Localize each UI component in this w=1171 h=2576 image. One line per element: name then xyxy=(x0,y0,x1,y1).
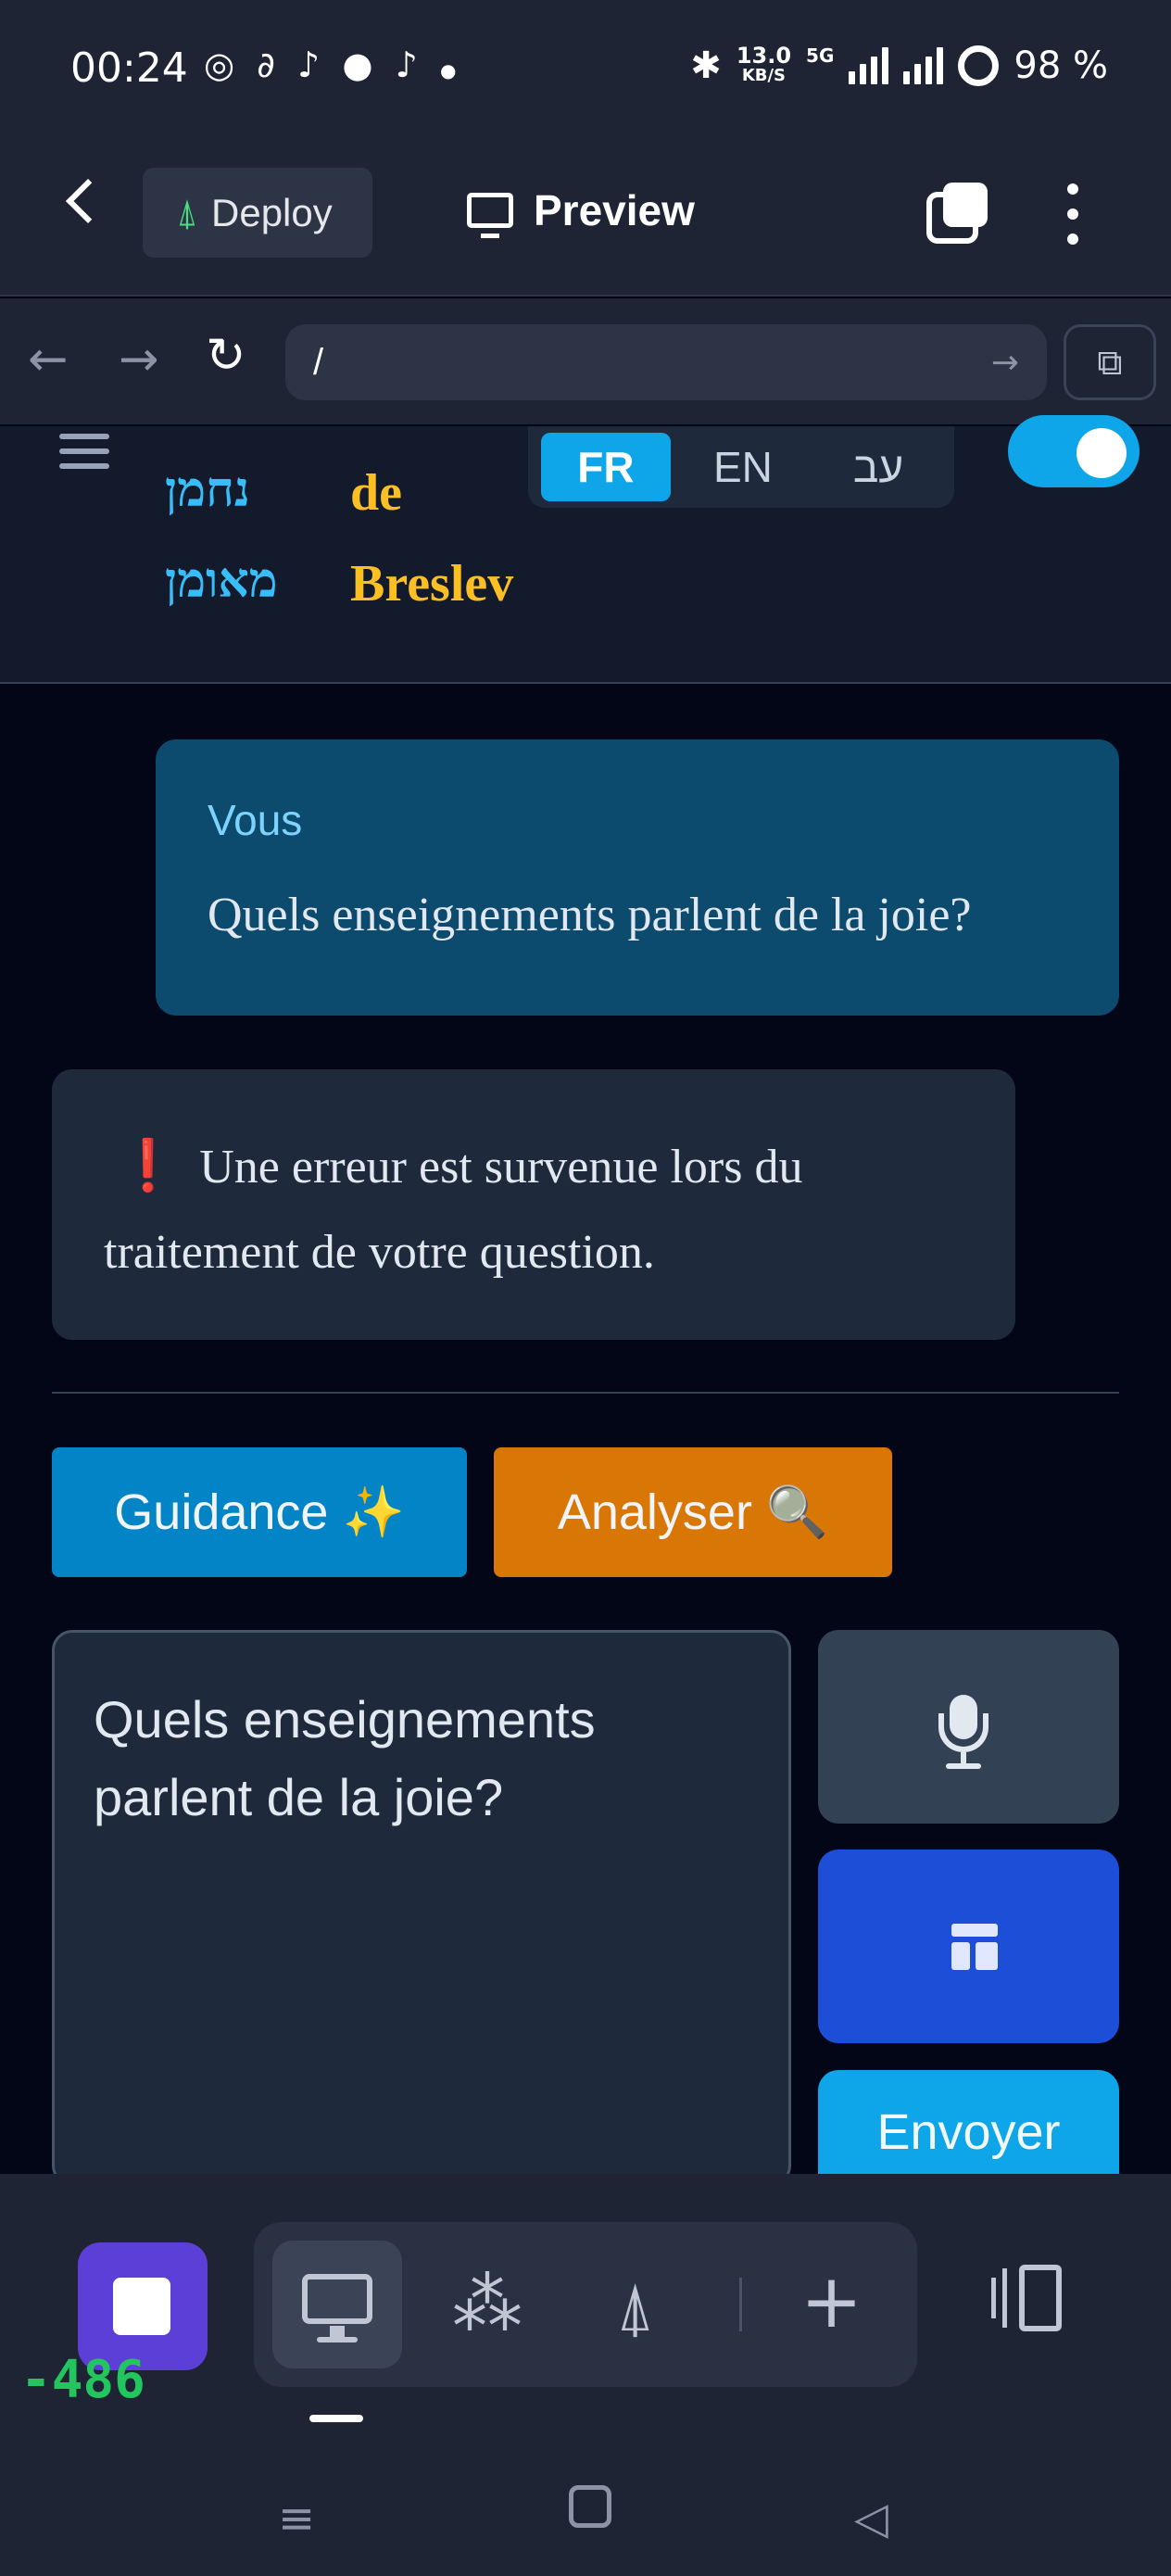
whatsapp-icon: ◎ xyxy=(204,44,241,85)
error-message-text: Une erreur est survenue lors du traiteme… xyxy=(104,1141,803,1279)
active-tab-indicator xyxy=(309,2415,363,2422)
tiktok-icon: ♪ xyxy=(297,44,326,85)
microphone-button[interactable] xyxy=(818,1630,1119,1824)
location-icon: ● xyxy=(342,44,379,85)
exclamation-icon: ❗ xyxy=(117,1136,180,1194)
hebrew-title-line2: מאומן xyxy=(165,552,278,609)
battery-level: 98 % xyxy=(1014,44,1108,87)
error-message-bubble: ❗ Une erreur est survenue lors du traitem… xyxy=(52,1069,1015,1340)
deploy-icon[interactable]: ⍋ xyxy=(615,2265,655,2348)
reload-icon[interactable]: ↻ xyxy=(206,328,246,384)
recent-apps-icon[interactable]: ≡ xyxy=(278,2493,315,2544)
dot-icon: ● xyxy=(440,59,462,82)
monitor-icon xyxy=(467,193,513,238)
apps-grid-icon[interactable]: ⁂ xyxy=(452,2263,523,2346)
menu-icon[interactable] xyxy=(59,434,109,469)
send-button[interactable]: Envoyer xyxy=(818,2070,1119,2191)
tiktok-icon: ♪ xyxy=(395,44,423,85)
user-label: Vous xyxy=(208,796,303,844)
battery-icon xyxy=(958,45,1000,86)
url-input[interactable]: / → xyxy=(285,324,1047,400)
signal-icon xyxy=(903,47,944,84)
signal-icon xyxy=(849,47,889,84)
bluetooth-icon: ✱ xyxy=(690,44,722,87)
add-icon[interactable]: + xyxy=(800,2255,863,2348)
theme-toggle[interactable] xyxy=(1008,415,1140,487)
hebrew-title-line1: נחמן xyxy=(165,461,250,518)
layout-icon xyxy=(951,1924,998,1970)
more-options-icon[interactable] xyxy=(1067,183,1078,245)
title-line1: de xyxy=(350,464,402,522)
link-icon: ∂ xyxy=(257,44,281,85)
user-message-text: Quels enseignements parlent de la joie? xyxy=(208,889,972,941)
guidance-button[interactable]: Guidance ✨ xyxy=(52,1447,467,1577)
tabs-icon[interactable] xyxy=(926,183,988,244)
analyze-button[interactable]: Analyser 🔍 xyxy=(494,1447,892,1577)
title-line2: Breslev xyxy=(350,555,514,612)
sidebar-toggle-icon[interactable] xyxy=(991,2265,1064,2331)
open-external-icon[interactable]: ⧉ xyxy=(1064,324,1156,400)
deploy-button[interactable]: ⍋ Deploy xyxy=(143,168,372,258)
lang-fr[interactable]: FR xyxy=(541,433,671,501)
template-button[interactable] xyxy=(818,1850,1119,2043)
nav-forward-icon[interactable]: → xyxy=(119,332,159,387)
monitor-icon xyxy=(302,2274,372,2324)
divider xyxy=(52,1392,1119,1394)
toolbar-pill: ⁂ ⍋ + xyxy=(254,2222,917,2387)
notification-icons: ◎ ∂ ♪ ● ♪ ● xyxy=(204,44,461,85)
nav-back-icon[interactable]: ← xyxy=(28,332,69,387)
language-switcher: FR EN עב xyxy=(528,426,954,508)
question-textarea[interactable]: Quels enseignements parlent de la joie? xyxy=(52,1630,791,2186)
system-back-icon[interactable]: ◁ xyxy=(854,2493,888,2544)
deploy-icon: ⍋ xyxy=(176,191,198,234)
lang-en[interactable]: EN xyxy=(680,433,806,501)
network-type: 5G xyxy=(806,44,835,67)
status-time: 00:24 xyxy=(70,44,188,92)
go-arrow-icon[interactable]: → xyxy=(991,344,1019,382)
user-message-bubble: Vous Quels enseignements parlent de la j… xyxy=(156,739,1119,1016)
preview-button[interactable]: Preview xyxy=(467,185,695,238)
status-bar: 00:24 ◎ ∂ ♪ ● ♪ ● ✱ 13.0 KB/S 5G 98 % xyxy=(0,0,1171,139)
counter-text: -486 xyxy=(20,2350,145,2410)
lang-he[interactable]: עב xyxy=(815,433,941,501)
desktop-view-button[interactable] xyxy=(272,2241,402,2368)
status-right: ✱ 13.0 KB/S 5G 98 % xyxy=(690,44,1108,87)
stop-icon xyxy=(113,2278,170,2335)
net-speed: 13.0 KB/S xyxy=(736,43,792,85)
home-icon[interactable] xyxy=(569,2485,611,2528)
